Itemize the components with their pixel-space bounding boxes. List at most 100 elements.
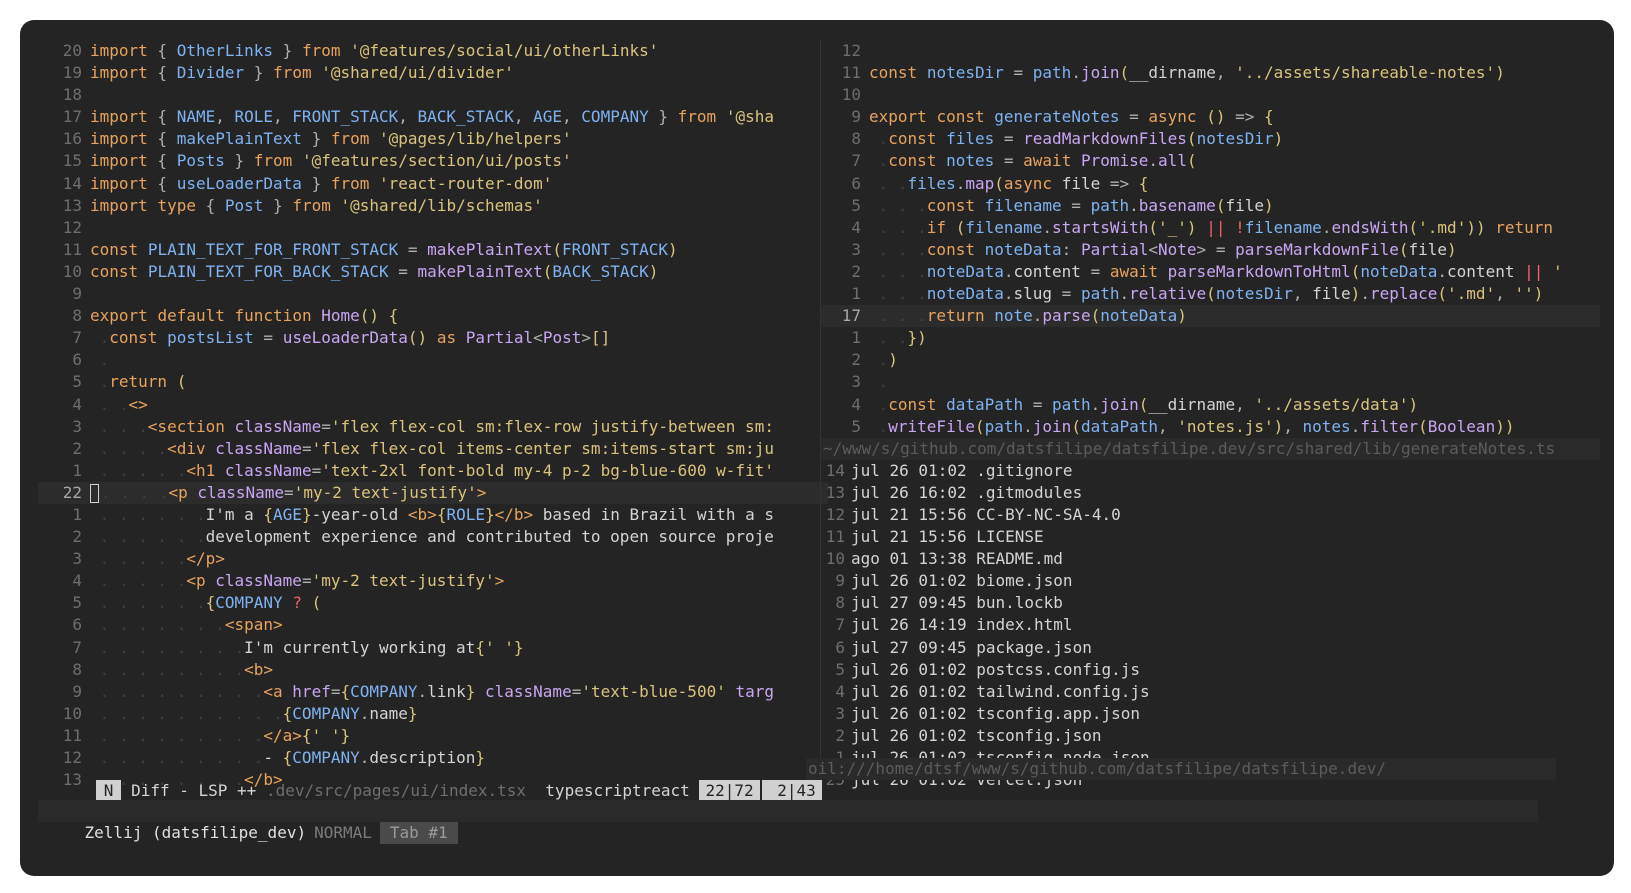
file-list-item[interactable]: 10 ago 01 13:38 README.md bbox=[821, 548, 1600, 570]
code-line[interactable]: 8 .const files = readMarkdownFiles(notes… bbox=[821, 128, 1600, 150]
code-text: .const dataPath = path.join(__dirname, '… bbox=[869, 394, 1419, 416]
code-token: I'm a bbox=[205, 504, 264, 524]
code-line[interactable]: 11 const PLAIN_TEXT_FOR_FRONT_STACK = mak… bbox=[38, 239, 828, 261]
code-line[interactable]: 10 bbox=[821, 84, 1600, 106]
code-text: . . .noteData.content = await parseMarkd… bbox=[869, 261, 1563, 283]
code-line[interactable]: 14 import { useLoaderData } from 'react-r… bbox=[38, 173, 828, 195]
code-line[interactable]: 2 . . . .<div className='flex flex-col i… bbox=[38, 438, 828, 460]
code-line[interactable]: 2 . . .noteData.content = await parseMar… bbox=[821, 261, 1600, 283]
code-line[interactable]: 22 . . . .<p className='my-2 text-justify… bbox=[38, 481, 828, 504]
right-editor-pane[interactable]: 12 11 const notesDir = path.join(__dirname… bbox=[820, 40, 1600, 810]
file-date: jul 21 15:56 bbox=[851, 527, 967, 547]
code-line[interactable]: 17 . . .return note.parse(noteData) bbox=[821, 305, 1600, 328]
file-list-item[interactable]: 13 jul 26 16:02 .gitmodules bbox=[821, 482, 1600, 504]
code-token: notes bbox=[946, 151, 995, 171]
file-list-item[interactable]: 7 jul 26 14:19 index.html bbox=[821, 614, 1600, 636]
line-number: 3 bbox=[72, 416, 82, 436]
code-line[interactable]: 13 import type { Post } from '@shared/lib… bbox=[38, 195, 828, 217]
code-line[interactable]: 9 . . . . . . . . .<a href = {COMPANY.link… bbox=[38, 681, 828, 703]
line-number: 14 bbox=[825, 460, 845, 480]
code-line[interactable]: 7 .const postsList = useLoaderData() as … bbox=[38, 327, 828, 349]
code-token: ( bbox=[994, 173, 1004, 193]
code-line[interactable]: 10 . . . . . . . . . .{COMPANY.name} bbox=[38, 703, 828, 725]
code-line[interactable]: 6 . bbox=[38, 349, 828, 371]
code-token: > bbox=[476, 482, 487, 502]
file-list-item[interactable]: 12 jul 21 15:56 CC-BY-NC-SA-4.0 bbox=[821, 504, 1600, 526]
code-line[interactable]: 4 .const dataPath = path.join(__dirname,… bbox=[821, 394, 1600, 416]
code-line[interactable]: 19 import { Divider } from '@shared/ui/di… bbox=[38, 62, 828, 84]
code-line[interactable]: 4 . . .if (filename.startsWith('_') || !… bbox=[821, 217, 1600, 239]
code-line[interactable]: 17 import { NAME, ROLE, FRONT_STACK, BACK… bbox=[38, 106, 828, 128]
right-code-area[interactable]: 12 11 const notesDir = path.join(__dirname… bbox=[821, 40, 1600, 438]
code-line[interactable]: 2 .) bbox=[821, 349, 1600, 371]
code-line[interactable]: 16 import { makePlainText } from '@pages/… bbox=[38, 128, 828, 150]
code-token: <p bbox=[186, 571, 206, 591]
indent-guide: . bbox=[90, 372, 110, 392]
file-list[interactable]: 14 jul 26 01:02 .gitignore 13 jul 26 16:02 … bbox=[821, 460, 1600, 791]
code-line[interactable]: 7 . . . . . . . .I'm currently working a… bbox=[38, 637, 828, 659]
code-line[interactable]: 10 const PLAIN_TEXT_FOR_BACK_STACK = make… bbox=[38, 261, 828, 283]
line-number: 7 bbox=[835, 615, 845, 635]
code-line[interactable]: 5 .return ( bbox=[38, 371, 828, 393]
code-line[interactable]: 1 . . .noteData.slug = path.relative(not… bbox=[821, 283, 1600, 305]
code-line[interactable]: 2 . . . . . .development experience and … bbox=[38, 526, 828, 548]
code-token: const bbox=[90, 261, 139, 281]
code-line[interactable]: 12 bbox=[821, 40, 1600, 62]
code-line[interactable]: 7 .const notes = await Promise.all( bbox=[821, 150, 1600, 172]
code-line[interactable]: 1 . .}) bbox=[821, 327, 1600, 349]
code-token: = bbox=[1080, 261, 1110, 281]
code-line[interactable]: 9 export const generateNotes = async () =… bbox=[821, 106, 1600, 128]
code-line[interactable]: 11 const notesDir = path.join(__dirname, … bbox=[821, 62, 1600, 84]
code-line[interactable]: 4 . .<> bbox=[38, 394, 828, 416]
code-token: ! bbox=[1235, 217, 1245, 237]
code-token: 'my-2 text-justify' bbox=[293, 482, 477, 502]
code-line[interactable]: 6 . . . . . . .<span> bbox=[38, 614, 828, 636]
file-list-item[interactable]: 5 jul 26 01:02 postcss.config.js bbox=[821, 659, 1600, 681]
file-list-item[interactable]: 11 jul 21 15:56 LICENSE bbox=[821, 526, 1600, 548]
code-line[interactable]: 3 . bbox=[821, 371, 1600, 393]
code-text: .const notes = await Promise.all( bbox=[869, 150, 1197, 172]
code-line[interactable]: 6 . .files.map(async file => { bbox=[821, 173, 1600, 195]
code-token: startsWith bbox=[1052, 217, 1149, 237]
code-line[interactable]: 1 . . . . .<h1 className='text-2xl font-… bbox=[38, 460, 828, 482]
tab-1[interactable]: Tab #1 bbox=[379, 822, 458, 844]
code-token: COMPANY bbox=[215, 593, 283, 613]
file-list-item[interactable]: 2 jul 26 01:02 tsconfig.json bbox=[821, 725, 1600, 747]
code-token: link bbox=[427, 681, 466, 701]
code-token: { bbox=[147, 107, 177, 127]
code-token: 'text-2xl font-bold my-4 p-2 bg-blue-600… bbox=[321, 460, 774, 480]
file-list-item[interactable]: 14 jul 26 01:02 .gitignore bbox=[821, 460, 1600, 482]
code-line[interactable]: 3 . . .const noteData: Partial<Note> = p… bbox=[821, 239, 1600, 261]
code-line[interactable]: 4 . . . . .<p className='my-2 text-justi… bbox=[38, 570, 828, 592]
code-line[interactable]: 5 . . .const filename = path.basename(fi… bbox=[821, 195, 1600, 217]
code-line[interactable]: 15 import { Posts } from '@features/secti… bbox=[38, 150, 828, 172]
code-text: .return ( bbox=[90, 371, 187, 393]
code-token: = bbox=[398, 239, 428, 259]
code-line[interactable]: 11 . . . . . . . . .</a>{' '} bbox=[38, 725, 828, 747]
code-text: . . .const filename = path.basename(file… bbox=[869, 195, 1274, 217]
code-line[interactable]: 18 bbox=[38, 84, 828, 106]
file-list-item[interactable]: 4 jul 26 01:02 tailwind.config.js bbox=[821, 681, 1600, 703]
code-line[interactable]: 9 bbox=[38, 283, 828, 305]
code-line[interactable]: 8 export default function Home() { bbox=[38, 305, 828, 327]
code-line[interactable]: 12 bbox=[38, 217, 828, 239]
code-line[interactable]: 3 . . .<section className='flex flex-col… bbox=[38, 416, 828, 438]
file-list-item[interactable]: 6 jul 27 09:45 package.json bbox=[821, 637, 1600, 659]
file-list-item[interactable]: 9 jul 26 01:02 biome.json bbox=[821, 570, 1600, 592]
terminal-window: 20 import { OtherLinks } from '@features/… bbox=[20, 20, 1614, 876]
file-list-item[interactable]: 3 jul 26 01:02 tsconfig.app.json bbox=[821, 703, 1600, 725]
code-line[interactable]: 8 . . . . . . . .<b> bbox=[38, 659, 828, 681]
indent-guide: . . . . bbox=[101, 482, 169, 502]
code-token: join bbox=[1080, 63, 1120, 83]
code-line[interactable]: 3 . . . . .</p> bbox=[38, 548, 828, 570]
code-line[interactable]: 5 . . . . . .{COMPANY ? ( bbox=[38, 592, 828, 614]
code-line[interactable]: 1 . . . . . .I'm a {AGE}-year-old <b>{RO… bbox=[38, 504, 828, 526]
status-position: 22|72 bbox=[699, 780, 760, 802]
code-line[interactable]: 20 import { OtherLinks } from '@features/… bbox=[38, 40, 828, 62]
code-line[interactable]: 5 .writeFile(path.join(dataPath, 'notes.… bbox=[821, 416, 1600, 438]
code-token: . bbox=[1148, 151, 1159, 171]
left-editor-pane[interactable]: 20 import { OtherLinks } from '@features/… bbox=[38, 40, 828, 810]
file-list-item[interactable]: 8 jul 27 09:45 bun.lockb bbox=[821, 592, 1600, 614]
